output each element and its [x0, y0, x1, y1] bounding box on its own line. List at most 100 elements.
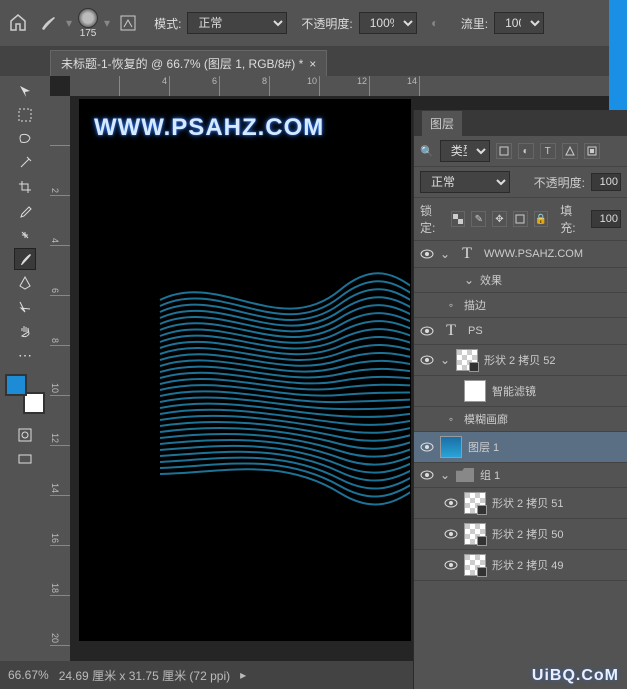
layer-name[interactable]: PS [468, 325, 621, 337]
layer-row[interactable]: TPS [414, 318, 627, 345]
expand-chevron-icon[interactable]: ⌄ [464, 273, 474, 287]
layer-row[interactable]: ◦ 模糊画廊 [414, 407, 627, 432]
layer-row[interactable]: 智能滤镜 [414, 376, 627, 407]
visibility-eye-icon[interactable] [444, 384, 458, 398]
hand-tool-icon[interactable] [14, 320, 36, 342]
layer-name[interactable]: 组 1 [480, 467, 621, 483]
document-canvas[interactable]: WWW.PSAHZ.COM [80, 100, 410, 640]
layer-thumbnail [464, 380, 486, 402]
visibility-eye-icon[interactable] [420, 468, 434, 482]
visibility-eye-icon[interactable]: ◦ [444, 412, 458, 426]
layer-name[interactable]: 形状 2 拷贝 51 [492, 495, 621, 511]
flow-label: 流里: [461, 15, 488, 32]
layer-blend-select[interactable]: 正常 [420, 171, 510, 193]
move-tool-icon[interactable] [14, 80, 36, 102]
layer-row[interactable]: ⌄ 形状 2 拷贝 52 [414, 345, 627, 376]
filter-type-icon[interactable]: T [540, 143, 556, 159]
layer-row[interactable]: 形状 2 拷贝 50 [414, 519, 627, 550]
brush-tool-icon[interactable] [14, 248, 36, 270]
pen-tool-icon[interactable] [14, 272, 36, 294]
quickmask-icon[interactable] [14, 424, 36, 446]
visibility-eye-icon[interactable]: ◦ [444, 298, 458, 312]
layer-row[interactable]: ⌄ 效果 [414, 268, 627, 293]
brush-preview[interactable]: 175 [78, 8, 98, 39]
smart-object-badge-icon [477, 536, 487, 546]
flow-select[interactable]: 100% [494, 12, 544, 34]
layer-thumbnail [464, 523, 486, 545]
doc-info: 24.69 厘米 x 31.75 厘米 (72 ppi) [59, 667, 230, 684]
horizontal-ruler: 468101214 [70, 76, 627, 96]
visibility-eye-icon[interactable] [444, 496, 458, 510]
brush-panel-icon[interactable] [116, 11, 140, 35]
layer-row[interactable]: ⌄ 组 1 [414, 463, 627, 488]
layer-name[interactable]: WWW.PSAHZ.COM [484, 248, 621, 260]
layer-fill-input[interactable] [591, 210, 621, 228]
layer-name[interactable]: 描边 [464, 297, 621, 313]
zoom-value[interactable]: 66.67% [8, 668, 49, 682]
layer-row[interactable]: ◦ 描边 [414, 293, 627, 318]
lock-brush-icon[interactable]: ✎ [471, 211, 486, 227]
expand-chevron-icon[interactable]: ⌄ [440, 468, 450, 482]
layer-row[interactable]: 图层 1 [414, 432, 627, 463]
blend-mode-select[interactable]: 正常 [187, 12, 287, 34]
separator: ▾ [66, 16, 72, 30]
filter-type-select[interactable]: 类型 [440, 140, 490, 162]
brush-icon[interactable] [36, 11, 60, 35]
opacity-label: 不透明度: [301, 15, 352, 32]
pressure-opacity-icon[interactable]: ◐ [423, 11, 447, 35]
layer-name[interactable]: 形状 2 拷贝 49 [492, 557, 621, 573]
layers-panel: 图层 🔍 类型 ◐ T 正常 不透明度: 锁定: ✎ ✥ 🔒 填充: ⌄TWWW… [413, 110, 627, 689]
filter-adjust-icon[interactable]: ◐ [518, 143, 534, 159]
lock-artboard-icon[interactable] [513, 211, 528, 227]
expand-chevron-icon[interactable]: ⌄ [440, 353, 450, 367]
filter-shape-icon[interactable] [562, 143, 578, 159]
visibility-eye-icon[interactable] [444, 273, 458, 287]
heal-tool-icon[interactable] [14, 224, 36, 246]
lock-move-icon[interactable]: ✥ [492, 211, 507, 227]
layer-name[interactable]: 形状 2 拷贝 52 [484, 352, 621, 368]
visibility-eye-icon[interactable] [420, 440, 434, 454]
lock-all-icon[interactable]: 🔒 [534, 211, 549, 227]
layer-name[interactable]: 智能滤镜 [492, 383, 621, 399]
color-swatches[interactable] [5, 374, 45, 414]
layer-filter-row: 🔍 类型 ◐ T [414, 136, 627, 167]
layer-name[interactable]: 形状 2 拷贝 50 [492, 526, 621, 542]
screenmode-icon[interactable] [14, 448, 36, 470]
path-tool-icon[interactable] [14, 296, 36, 318]
options-bar: ▾ 175 ▾ 模式: 正常 不透明度: 100% ◐ 流里: 100% [0, 0, 627, 46]
marquee-tool-icon[interactable] [14, 104, 36, 126]
folder-icon [456, 468, 474, 482]
filter-smart-icon[interactable] [584, 143, 600, 159]
crop-tool-icon[interactable] [14, 176, 36, 198]
brush-size-value: 175 [80, 28, 97, 39]
visibility-eye-icon[interactable] [444, 527, 458, 541]
more-tools-icon[interactable]: ⋯ [14, 344, 36, 366]
layer-row[interactable]: 形状 2 拷贝 49 [414, 550, 627, 581]
layer-name[interactable]: 效果 [480, 272, 621, 288]
visibility-eye-icon[interactable] [420, 353, 434, 367]
wand-tool-icon[interactable] [14, 152, 36, 174]
layer-thumbnail [440, 436, 462, 458]
expand-chevron-icon[interactable]: ⌄ [440, 247, 450, 261]
home-icon[interactable] [6, 11, 30, 35]
close-icon[interactable]: × [309, 57, 316, 71]
lasso-tool-icon[interactable] [14, 128, 36, 150]
layer-name[interactable]: 模糊画廊 [464, 411, 621, 427]
layer-name[interactable]: 图层 1 [468, 439, 621, 455]
opacity-select[interactable]: 100% [359, 12, 417, 34]
lock-pixels-icon[interactable] [451, 211, 466, 227]
visibility-eye-icon[interactable] [420, 247, 434, 261]
visibility-eye-icon[interactable] [444, 558, 458, 572]
eyedrop-tool-icon[interactable] [14, 200, 36, 222]
layer-row[interactable]: ⌄ T WWW.PSAHZ.COM [414, 241, 627, 268]
visibility-eye-icon[interactable] [420, 324, 434, 338]
layer-opacity-input[interactable] [591, 173, 621, 191]
type-layer-icon: T [456, 245, 478, 263]
toolbox: ⋯ [0, 76, 50, 661]
search-icon[interactable]: 🔍 [420, 145, 434, 158]
filter-pixel-icon[interactable] [496, 143, 512, 159]
doc-info-chevron-icon[interactable]: ▸ [240, 668, 246, 682]
tab-layers[interactable]: 图层 [422, 111, 462, 136]
layer-row[interactable]: 形状 2 拷贝 51 [414, 488, 627, 519]
document-tab[interactable]: 未标题-1-恢复的 @ 66.7% (图层 1, RGB/8#) * × [50, 50, 327, 76]
